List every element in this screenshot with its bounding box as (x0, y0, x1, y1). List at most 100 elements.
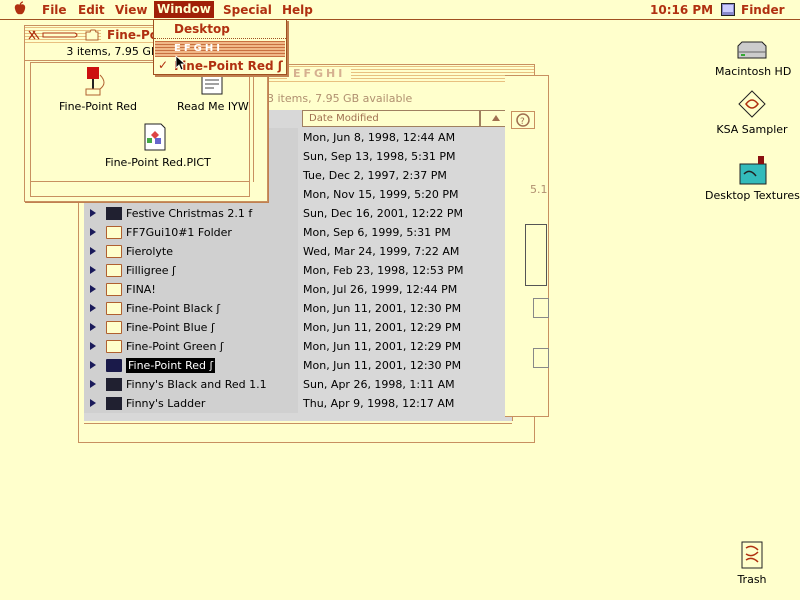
table-row[interactable]: Filligree ʃ Mon, Feb 23, 1998, 12:53 PM (84, 261, 512, 280)
efghi-horizontal-scrollbar[interactable] (84, 423, 512, 438)
date-modified-cell: Mon, Jun 11, 2001, 12:29 PM (303, 321, 462, 334)
application-icon (106, 397, 122, 410)
version-fragment: 5.1 (530, 183, 548, 196)
desktop-icon-macintosh-hd[interactable]: Macintosh HD (714, 40, 793, 78)
panel-box (525, 224, 547, 286)
red-pen-app-icon (85, 67, 105, 96)
window-menu-dropdown: Desktop EFGHI ✓ Fine-Point Red ʃ (153, 19, 287, 75)
apple-menu-icon[interactable] (13, 1, 27, 17)
file-name[interactable]: Finny's Black and Red 1.1 (126, 375, 267, 394)
disclosure-triangle-icon[interactable] (90, 342, 96, 350)
disclosure-triangle-icon[interactable] (90, 361, 96, 369)
name-cell: Fine-Point Green ʃ (84, 337, 298, 356)
date-modified-cell: Sun, Dec 16, 2001, 12:22 PM (303, 207, 463, 220)
date-modified-cell: Tue, Dec 2, 1997, 2:37 PM (303, 169, 447, 182)
table-row[interactable]: Finny's Black and Red 1.1 Sun, Apr 26, 19… (84, 375, 512, 394)
finder-icon[interactable] (721, 3, 735, 16)
disclosure-triangle-icon[interactable] (90, 399, 96, 407)
folder-title-icon (85, 29, 99, 41)
date-modified-cell: Mon, Sep 6, 1999, 5:31 PM (303, 226, 451, 239)
menu-help[interactable]: Help (282, 2, 313, 18)
name-cell: Finny's Black and Red 1.1 (84, 375, 298, 394)
disclosure-triangle-icon[interactable] (90, 323, 96, 331)
name-cell: FINA! (84, 280, 298, 299)
name-cell: Finny's Ladder (84, 394, 298, 413)
mouse-cursor-icon (175, 55, 187, 71)
sampler-disk-icon (738, 90, 766, 118)
file-label: Fine-Point Red.PICT (105, 156, 211, 169)
textures-folder-icon (739, 156, 767, 185)
column-header-date-modified[interactable]: Date Modified (302, 110, 480, 127)
menu-window[interactable]: Window (154, 1, 214, 18)
field-box[interactable] (533, 298, 549, 318)
application-icon (106, 378, 122, 391)
table-row[interactable]: Festive Christmas 2.1 f Sun, Dec 16, 2001… (84, 204, 512, 223)
disclosure-triangle-icon[interactable] (90, 209, 96, 217)
background-window[interactable]: ? 5.1 (505, 75, 549, 417)
window-menu-item-fine-point-red[interactable]: Fine-Point Red ʃ (174, 58, 283, 74)
name-cell: Festive Christmas 2.1 f (84, 204, 298, 223)
menu-clock[interactable]: 10:16 PM (650, 2, 713, 18)
application-menu[interactable]: Finder (741, 2, 785, 18)
menu-file[interactable]: File (42, 2, 67, 18)
icon-view: Fine-Point Red Read Me IYW Fine-Point Re… (30, 62, 250, 182)
folder-icon (106, 264, 122, 277)
field-box[interactable] (533, 348, 549, 368)
help-icon: ? (516, 113, 530, 127)
name-cell: Fine-Point Black ʃ (84, 299, 298, 318)
table-row[interactable]: Fine-Point Black ʃ Mon, Jun 11, 2001, 12:… (84, 299, 512, 318)
file-item-fine-point-red[interactable]: Fine-Point Red (59, 65, 137, 113)
table-row[interactable]: Fine-Point Green ʃ Mon, Jun 11, 2001, 12:… (84, 337, 512, 356)
disclosure-triangle-icon[interactable] (90, 304, 96, 312)
file-name[interactable]: Fierolyte (126, 242, 173, 261)
table-row[interactable]: Fine-Point Red ʃ Mon, Jun 11, 2001, 12:30… (84, 356, 512, 375)
fine-point-red-horizontal-scrollbar[interactable] (30, 182, 250, 197)
disclosure-triangle-icon[interactable] (90, 285, 96, 293)
file-name[interactable]: FINA! (126, 280, 156, 299)
menu-special[interactable]: Special (223, 2, 272, 18)
desktop-icon-label: Desktop Textures (704, 189, 800, 202)
table-row[interactable]: Finny's Ladder Thu, Apr 9, 1998, 12:17 AM (84, 394, 512, 413)
menu-bar: File Edit View Window Special Help 10:16… (0, 0, 800, 20)
file-name[interactable]: Fine-Point Blue ʃ (126, 318, 215, 337)
disclosure-triangle-icon[interactable] (90, 247, 96, 255)
file-name[interactable]: Fine-Point Red ʃ (126, 358, 216, 373)
folder-icon (106, 340, 122, 353)
date-modified-cell: Sun, Apr 26, 1998, 1:11 AM (303, 378, 455, 391)
file-name[interactable]: Filligree ʃ (126, 261, 176, 280)
name-cell: Fine-Point Red ʃ (84, 356, 298, 375)
desktop-icon-trash[interactable]: Trash (722, 540, 782, 586)
file-name[interactable]: Fine-Point Green ʃ (126, 337, 224, 356)
menu-edit[interactable]: Edit (78, 2, 105, 18)
folder-icon (106, 283, 122, 296)
date-modified-cell: Thu, Apr 9, 1998, 12:17 AM (303, 397, 455, 410)
fine-point-red-vertical-scrollbar[interactable] (253, 62, 266, 182)
table-row[interactable]: Fierolyte Wed, Mar 24, 1999, 7:22 AM (84, 242, 512, 261)
file-name[interactable]: FF7Gui10#1 Folder (126, 223, 232, 242)
folder-icon (106, 245, 122, 258)
help-button[interactable]: ? (511, 111, 535, 129)
folder-icon (106, 226, 122, 239)
name-cell: Fierolyte (84, 242, 298, 261)
date-modified-cell: Mon, Nov 15, 1999, 5:20 PM (303, 188, 459, 201)
desktop-icon-ksa-sampler[interactable]: KSA Sampler (714, 88, 790, 136)
table-row[interactable]: Fine-Point Blue ʃ Mon, Jun 11, 2001, 12:2… (84, 318, 512, 337)
desktop-icon-desktop-textures[interactable]: Desktop Textures (704, 154, 800, 202)
file-name[interactable]: Fine-Point Black ʃ (126, 299, 220, 318)
disclosure-triangle-icon[interactable] (90, 380, 96, 388)
menu-view[interactable]: View (115, 2, 147, 18)
trash-icon (741, 541, 763, 569)
table-row[interactable]: FF7Gui10#1 Folder Mon, Sep 6, 1999, 5:31 … (84, 223, 512, 242)
disclosure-triangle-icon[interactable] (90, 266, 96, 274)
date-modified-cell: Mon, Jul 26, 1999, 12:44 PM (303, 283, 458, 296)
window-menu-item-desktop[interactable]: Desktop (174, 21, 230, 37)
svg-text:?: ? (520, 117, 525, 127)
file-item-pict[interactable]: Fine-Point Red.PICT (105, 121, 211, 169)
file-name[interactable]: Festive Christmas 2.1 f (126, 204, 252, 223)
table-row[interactable]: FINA! Mon, Jul 26, 1999, 12:44 PM (84, 280, 512, 299)
file-name[interactable]: Finny's Ladder (126, 394, 205, 413)
date-modified-cell: Mon, Jun 8, 1998, 12:44 AM (303, 131, 456, 144)
disclosure-triangle-icon[interactable] (90, 228, 96, 236)
name-cell: FF7Gui10#1 Folder (84, 223, 298, 242)
efghi-status-info: 3 items, 7.95 GB available (267, 92, 413, 105)
